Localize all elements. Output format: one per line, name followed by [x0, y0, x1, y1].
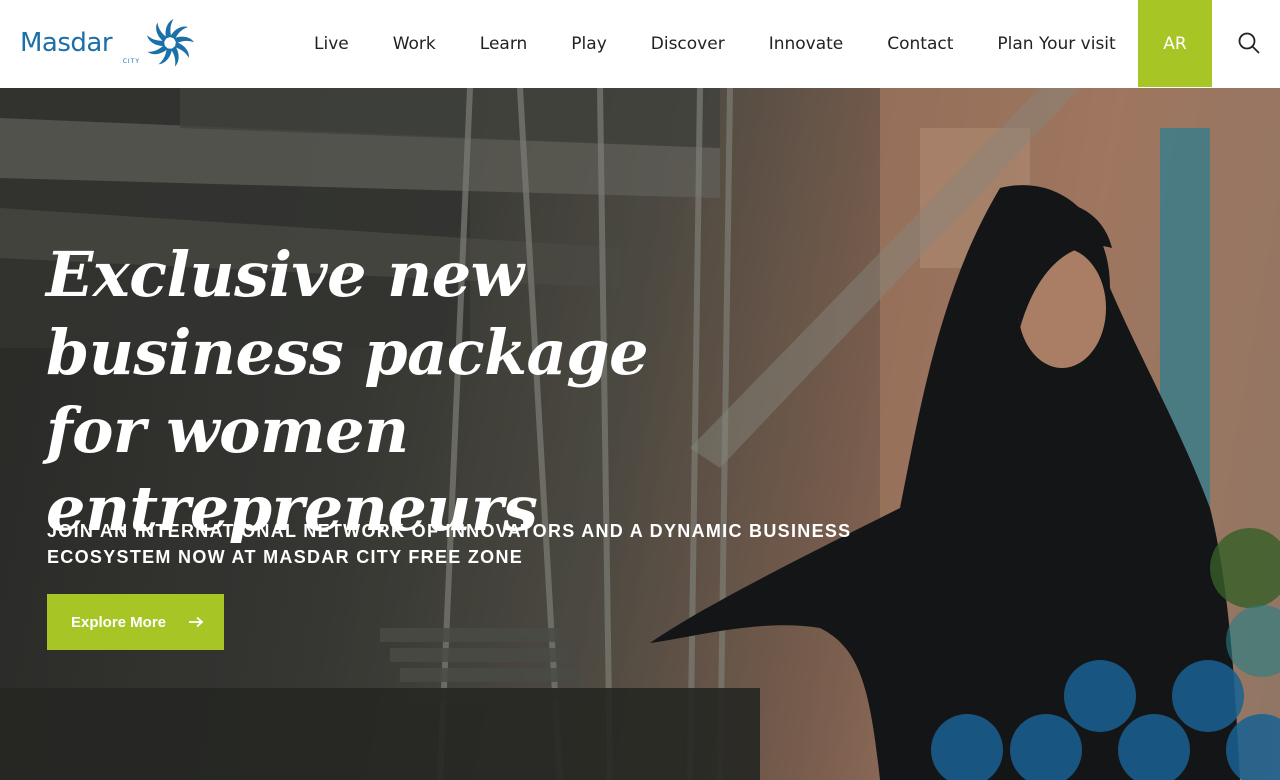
nav-item-discover[interactable]: Discover [651, 34, 725, 54]
swirl-logo-icon [147, 19, 194, 67]
main-nav: Live Work Learn Play Discover Innovate C… [314, 0, 1116, 88]
logo-word: Masdar [20, 28, 113, 58]
nav-item-live[interactable]: Live [314, 34, 349, 54]
nav-item-work[interactable]: Work [393, 34, 436, 54]
logo-sub: CITY [122, 58, 140, 65]
explore-more-button[interactable]: Explore More [47, 594, 224, 650]
logo-wordmark: Masdar CITY [20, 20, 142, 66]
search-icon [1238, 32, 1260, 54]
nav-item-play[interactable]: Play [571, 34, 606, 54]
nav-item-learn[interactable]: Learn [480, 34, 528, 54]
explore-more-label: Explore More [71, 613, 167, 631]
nav-item-innovate[interactable]: Innovate [769, 34, 844, 54]
arrow-right-icon [189, 616, 204, 628]
language-ar-button[interactable]: AR [1138, 0, 1212, 87]
hero-section: Exclusive new business package for women… [0, 88, 1280, 780]
hero-subtitle: JOIN AN INTERNATIONAL NETWORK OF INNOVAT… [47, 521, 852, 567]
nav-item-contact[interactable]: Contact [887, 34, 953, 54]
masdar-logo[interactable]: Masdar CITY [20, 18, 194, 68]
site-header: Masdar CITY Live Work Learn Play Discove… [0, 0, 1280, 88]
search-button[interactable] [1232, 26, 1266, 60]
nav-item-plan-your-visit[interactable]: Plan Your visit [997, 34, 1115, 54]
hero-title: Exclusive new business package for women… [46, 238, 649, 545]
